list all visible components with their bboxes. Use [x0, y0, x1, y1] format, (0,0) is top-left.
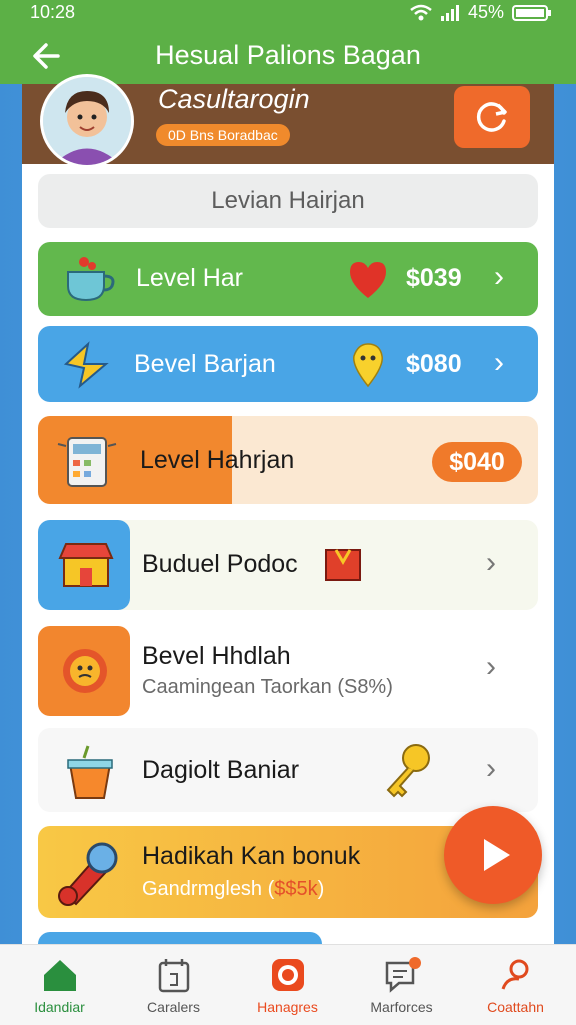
play-icon — [484, 839, 510, 871]
target-icon — [272, 959, 304, 991]
list-item[interactable]: Level Har $039 › — [38, 242, 538, 316]
chevron-right-icon: › — [486, 650, 496, 683]
row-label: Bevel Barjan — [134, 350, 276, 378]
calendar-icon — [158, 959, 190, 993]
nav-target[interactable]: Hanagres — [230, 945, 345, 1025]
nav-messages[interactable]: Marforces — [344, 945, 459, 1025]
row-price: $039 — [406, 264, 462, 292]
list-item[interactable]: Bevel Hhdlah Caamingean Taorkan (S8%) › — [38, 624, 538, 716]
nav-profile[interactable]: Coattahn — [458, 945, 573, 1025]
search-bar[interactable]: Levian Hairjan — [38, 174, 538, 228]
shop-icon — [58, 543, 114, 587]
profile-name: Casultarogin — [158, 84, 310, 114]
chevron-right-icon: › — [486, 546, 496, 579]
row-label: Buduel Podoc — [142, 550, 298, 578]
nav-home[interactable]: Idandiar — [2, 945, 117, 1025]
status-time: 10:28 — [30, 2, 76, 22]
battery-icon — [512, 4, 551, 21]
list-item[interactable]: Buduel Podoc › — [38, 520, 538, 610]
gift-box-icon — [325, 549, 361, 581]
row-subtitle: Gandrmglesh ($$5k) — [142, 878, 325, 900]
avatar[interactable] — [40, 74, 134, 168]
lightning-icon — [63, 341, 109, 389]
row-price-badge: $040 — [432, 442, 522, 482]
list-item[interactable]: Dagiolt Baniar › — [38, 728, 538, 812]
bottom-nav: Idandiar Caralers Hanagres Marforces Coa… — [0, 944, 576, 1025]
page-title: Hesual Palions Bagan — [155, 40, 421, 70]
signal-icon — [440, 4, 459, 21]
profile-card: Casultarogin 0D Bns Boradbac — [22, 74, 554, 168]
nav-calendar[interactable]: Caralers — [116, 945, 231, 1025]
chevron-right-icon: › — [494, 260, 504, 293]
row-label: Hadikah Kan bonuk — [142, 842, 361, 870]
profile-icon — [501, 959, 529, 990]
list-item[interactable]: Level Hahrjan $040 — [38, 416, 538, 504]
row-price: $080 — [406, 350, 462, 378]
play-fab-button[interactable] — [444, 806, 542, 904]
refresh-button[interactable] — [454, 86, 530, 148]
battery-percent: 45% — [467, 2, 504, 22]
row-label: Level Har — [136, 264, 243, 292]
row-label: Level Hahrjan — [140, 446, 295, 474]
home-icon — [44, 960, 76, 991]
chat-icon — [385, 957, 421, 993]
telescope-icon — [58, 842, 118, 906]
status-bar: 10:28 45% — [0, 0, 576, 28]
heart-icon — [350, 262, 386, 298]
wifi-icon — [410, 4, 432, 20]
bucket-icon — [67, 745, 113, 799]
sun-face-icon — [63, 649, 107, 693]
partial-list-item — [38, 932, 322, 944]
row-label: Dagiolt Baniar — [142, 756, 300, 784]
key-icon — [386, 744, 430, 798]
chevron-right-icon: › — [486, 752, 496, 785]
refresh-icon — [476, 102, 507, 132]
chevron-right-icon: › — [494, 346, 504, 379]
profile-badge: 0D Bns Boradbac — [156, 124, 290, 146]
calculator-icon — [57, 437, 117, 487]
status-icons: 45% — [410, 2, 552, 23]
teacup-icon — [67, 257, 115, 302]
list-item[interactable]: Bevel Barjan $080 › — [38, 326, 538, 402]
row-label: Bevel Hhdlah — [142, 642, 291, 670]
drop-face-icon — [353, 343, 383, 388]
row-subtitle: Caamingean Taorkan (S8%) — [142, 676, 393, 698]
